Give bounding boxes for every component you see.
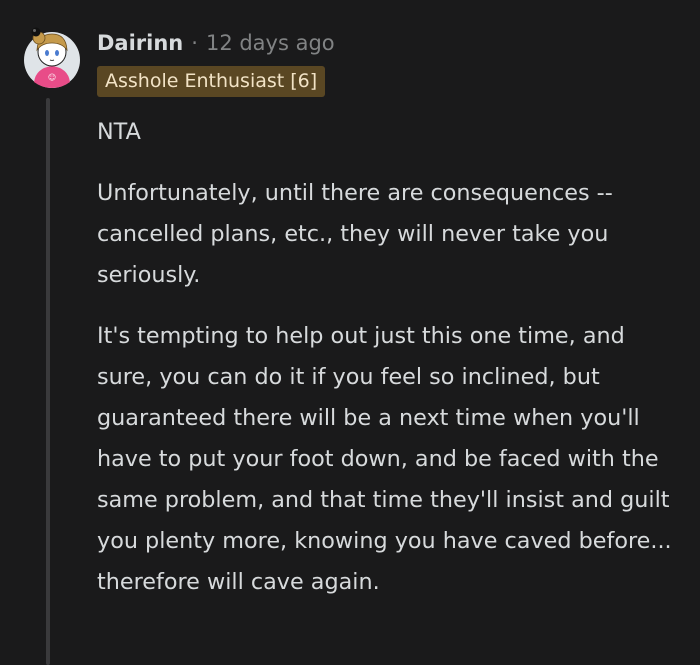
user-avatar-icon[interactable]: ☺ <box>24 16 80 88</box>
username-link[interactable]: Dairinn <box>97 31 183 55</box>
svg-text:☺: ☺ <box>48 73 56 82</box>
comment-paragraph: It's tempting to help out just this one … <box>97 323 672 595</box>
comment-body: NTA Unfortunately, until there are conse… <box>97 112 687 603</box>
comment-meta: Dairinn · 12 days ago <box>97 29 335 57</box>
comment: ☺ Dairinn · 12 days ago Asshole Enthusia… <box>0 0 700 665</box>
comment-paragraph: Unfortunately, until there are consequen… <box>97 180 613 288</box>
timestamp-link[interactable]: 12 days ago <box>206 31 335 55</box>
thread-collapse-line[interactable] <box>46 98 50 665</box>
user-flair-badge: Asshole Enthusiast [6] <box>97 66 326 97</box>
comment-paragraph: NTA <box>97 119 141 145</box>
meta-separator: · <box>191 31 198 55</box>
